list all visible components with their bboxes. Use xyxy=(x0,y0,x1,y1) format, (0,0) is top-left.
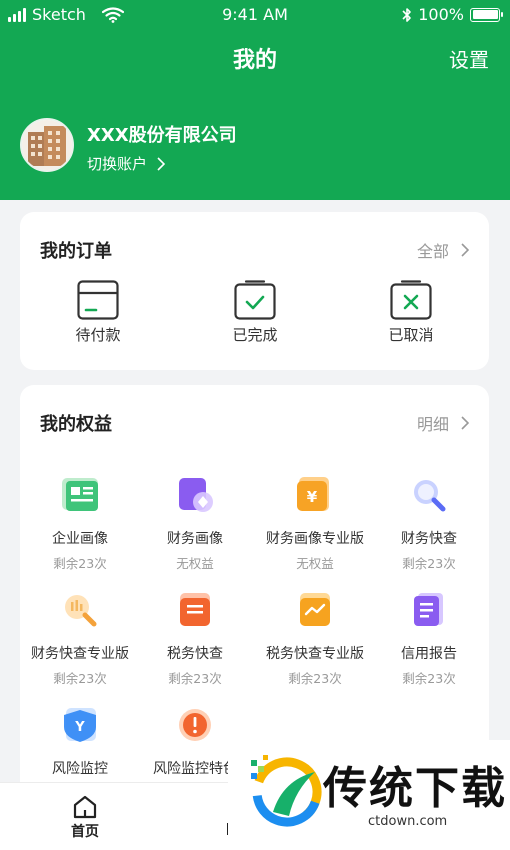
benefit-remaining: 剩余23次 xyxy=(168,671,222,686)
benefit-finance-quick-check[interactable]: 财务快查 剩余23次 xyxy=(369,475,489,572)
order-label: 已取消 xyxy=(388,326,434,344)
tab-home[interactable]: 首页 xyxy=(55,795,115,841)
avatar[interactable] xyxy=(20,118,74,172)
company-name: XXX股份有限公司 xyxy=(87,125,237,146)
order-completed[interactable]: 已完成 xyxy=(200,280,310,345)
status-right: 100% xyxy=(402,5,503,24)
watermark-logo-icon xyxy=(251,755,322,827)
benefit-remaining: 剩余23次 xyxy=(53,671,107,686)
benefit-tax-quick-check[interactable]: 税务快查 剩余23次 xyxy=(135,590,255,687)
credit-report-icon xyxy=(409,590,449,630)
risk-monitor-icon: Y xyxy=(60,705,100,745)
chevron-right-icon xyxy=(157,156,166,171)
benefit-tax-quick-pro[interactable]: 税务快查专业版 剩余23次 xyxy=(255,590,375,687)
svg-text:Y: Y xyxy=(74,720,85,735)
benefit-name: 信用报告 xyxy=(401,646,457,662)
chevron-right-icon xyxy=(461,243,469,257)
benefit-remaining: 剩余23次 xyxy=(288,671,342,686)
benefit-name: 税务快查专业版 xyxy=(266,646,364,662)
profile-header: Sketch 9:41 AM 100% 我的 设置 XXX股份有限公司 切换账户 xyxy=(0,0,510,200)
risk-feature-icon xyxy=(175,705,215,745)
watermark-text: 传统下载 xyxy=(323,763,507,814)
benefit-risk-monitor[interactable]: Y 风险监控 xyxy=(20,705,140,778)
benefit-credit-report[interactable]: 信用报告 剩余23次 xyxy=(369,590,489,687)
benefit-remaining: 剩余23次 xyxy=(402,556,456,571)
finance-pro-icon: ¥ xyxy=(295,475,335,515)
order-pending-payment[interactable]: 待付款 xyxy=(43,280,153,345)
enterprise-profile-icon xyxy=(60,475,100,515)
benefit-name: 财务快查专业版 xyxy=(31,646,129,662)
battery-label: 100% xyxy=(418,5,464,24)
tax-quick-pro-icon xyxy=(295,590,335,630)
completed-icon xyxy=(234,280,276,320)
order-label: 已完成 xyxy=(232,326,278,344)
benefit-remaining: 剩余23次 xyxy=(402,671,456,686)
orders-all-link[interactable]: 全部 xyxy=(417,238,469,262)
switch-account-label: 切换账户 xyxy=(87,155,148,173)
finance-quick-pro-icon xyxy=(60,590,100,630)
watermark: 传统下载 ctdown.com xyxy=(228,740,510,850)
battery-icon xyxy=(470,7,503,22)
benefit-finance-pro[interactable]: ¥ 财务画像专业版 无权益 xyxy=(255,475,375,572)
benefits-card: 我的权益 明细 企业画像 剩余23次 财务画像 无权益 ¥ 财务画像专业版 无权… xyxy=(20,385,489,785)
benefit-name: 财务画像 xyxy=(167,531,223,547)
orders-title: 我的订单 xyxy=(40,241,112,262)
benefit-finance-quick-pro[interactable]: 财务快查专业版 剩余23次 xyxy=(20,590,140,687)
benefit-remaining: 无权益 xyxy=(296,556,334,571)
benefit-remaining: 无权益 xyxy=(176,556,214,571)
page-title: 我的 xyxy=(232,48,277,73)
chevron-right-icon xyxy=(461,416,469,430)
order-cancelled[interactable]: 已取消 xyxy=(356,280,466,345)
bluetooth-icon xyxy=(402,7,412,22)
finance-quick-check-icon xyxy=(409,475,449,515)
pending-payment-icon xyxy=(77,280,119,320)
tax-quick-check-icon xyxy=(175,590,215,630)
benefits-title: 我的权益 xyxy=(40,414,112,435)
svg-text:¥: ¥ xyxy=(307,488,318,506)
benefit-finance-profile[interactable]: 财务画像 无权益 xyxy=(135,475,255,572)
home-icon xyxy=(73,795,97,819)
benefit-name: 财务画像专业版 xyxy=(266,531,364,547)
cancelled-icon xyxy=(390,280,432,320)
benefit-remaining: 剩余23次 xyxy=(53,556,107,571)
status-bar: Sketch 9:41 AM 100% xyxy=(0,0,510,30)
orders-card: 我的订单 全部 待付款 已完成 已取消 xyxy=(20,212,489,370)
benefit-enterprise-profile[interactable]: 企业画像 剩余23次 xyxy=(20,475,140,572)
benefits-detail-label: 明细 xyxy=(416,415,449,434)
orders-all-label: 全部 xyxy=(416,242,449,261)
finance-profile-icon xyxy=(175,475,215,515)
benefits-detail-link[interactable]: 明细 xyxy=(417,411,469,435)
settings-button[interactable]: 设置 xyxy=(449,44,489,73)
benefit-name: 企业画像 xyxy=(52,531,108,547)
building-icon xyxy=(22,120,72,170)
benefit-name: 税务快查 xyxy=(167,646,223,662)
benefit-name: 财务快查 xyxy=(401,531,457,547)
benefit-name: 风险监控 xyxy=(52,761,108,777)
switch-account-button[interactable]: 切换账户 xyxy=(87,153,166,174)
order-label: 待付款 xyxy=(75,326,121,344)
watermark-url: ctdown.com xyxy=(368,814,448,829)
tab-home-label: 首页 xyxy=(71,824,99,840)
